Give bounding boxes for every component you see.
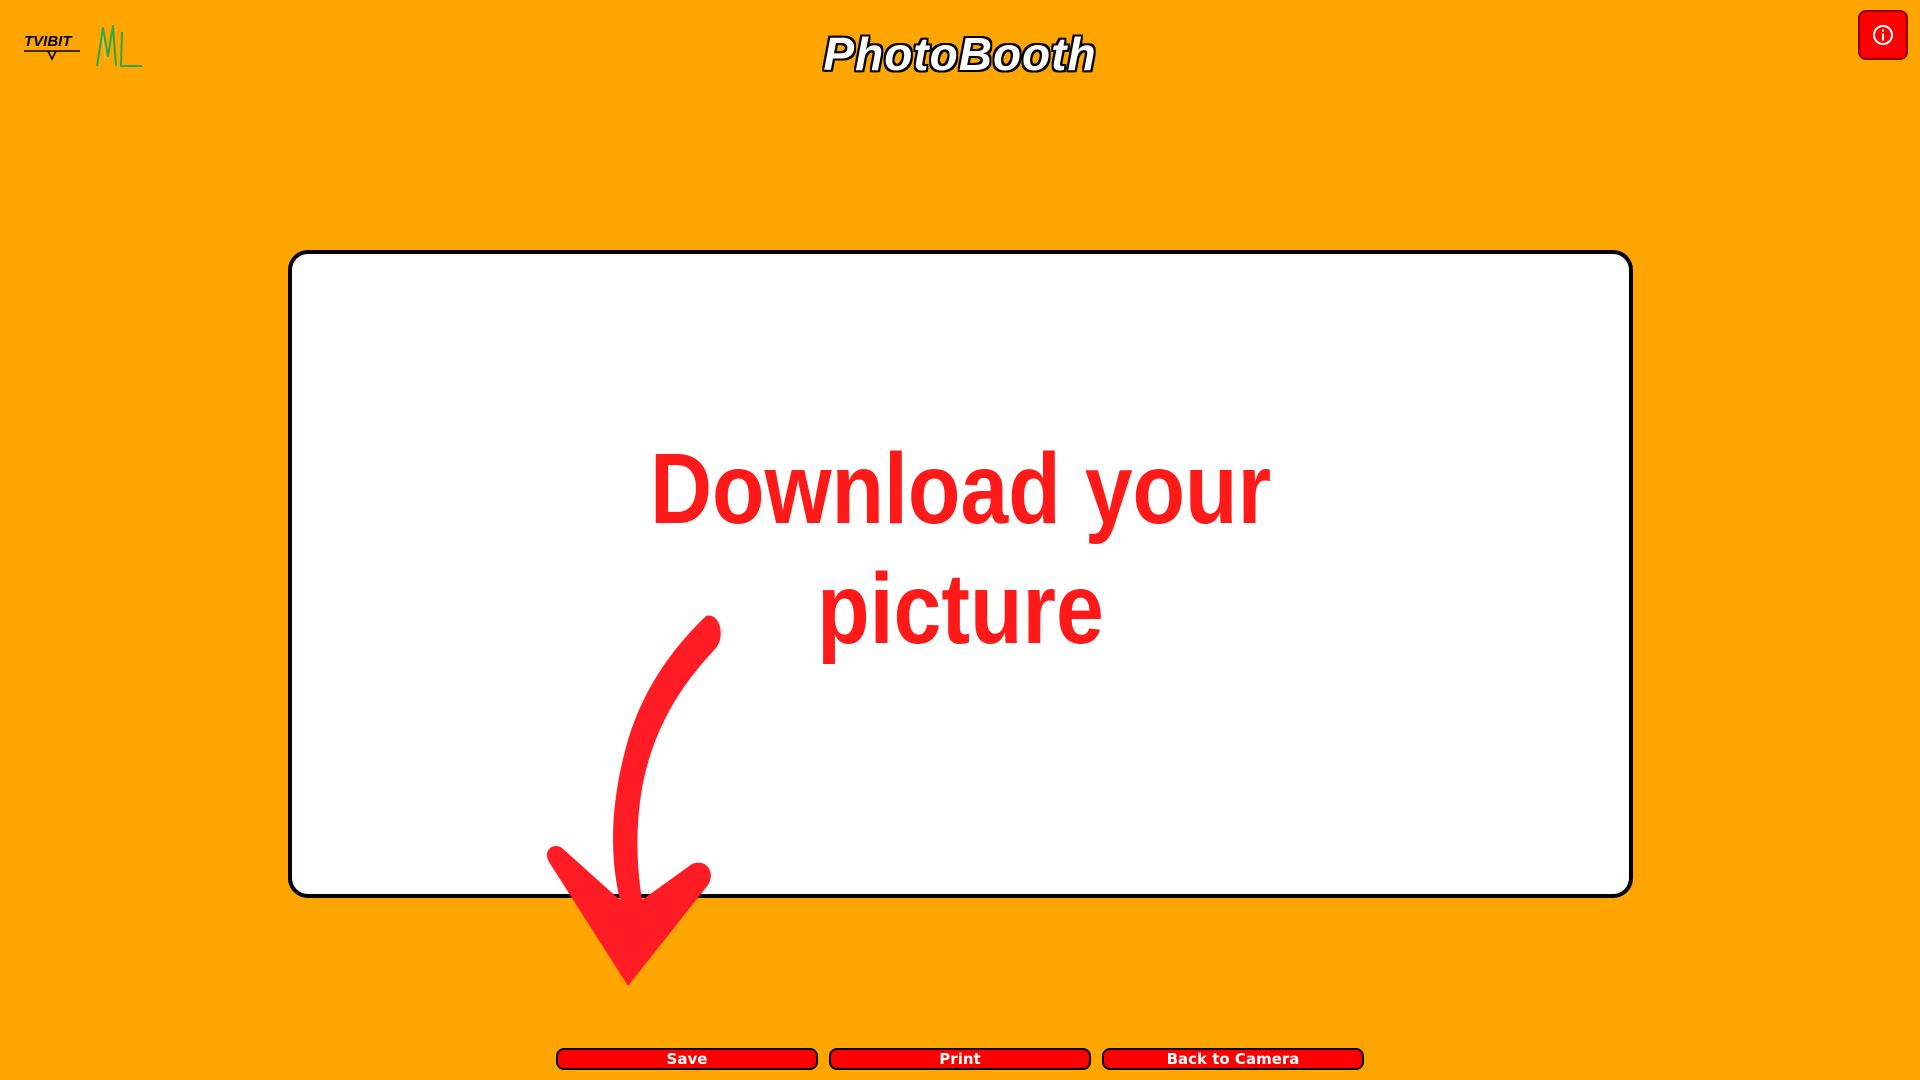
- print-button[interactable]: Print: [829, 1048, 1091, 1070]
- download-prompt: Download your picture: [386, 429, 1536, 669]
- save-button[interactable]: Save: [556, 1048, 818, 1070]
- download-prompt-line2: picture: [817, 553, 1104, 665]
- info-icon: [1873, 25, 1893, 45]
- picture-preview: Download your picture: [288, 250, 1633, 898]
- download-prompt-line1: Download your: [649, 433, 1272, 545]
- info-button[interactable]: [1858, 10, 1908, 60]
- back-to-camera-button[interactable]: Back to Camera: [1102, 1048, 1364, 1070]
- app-title: PhotoBooth: [823, 28, 1097, 80]
- photobooth-page: TVIBIT ML PhotoBooth Download your pictu…: [0, 0, 1920, 1080]
